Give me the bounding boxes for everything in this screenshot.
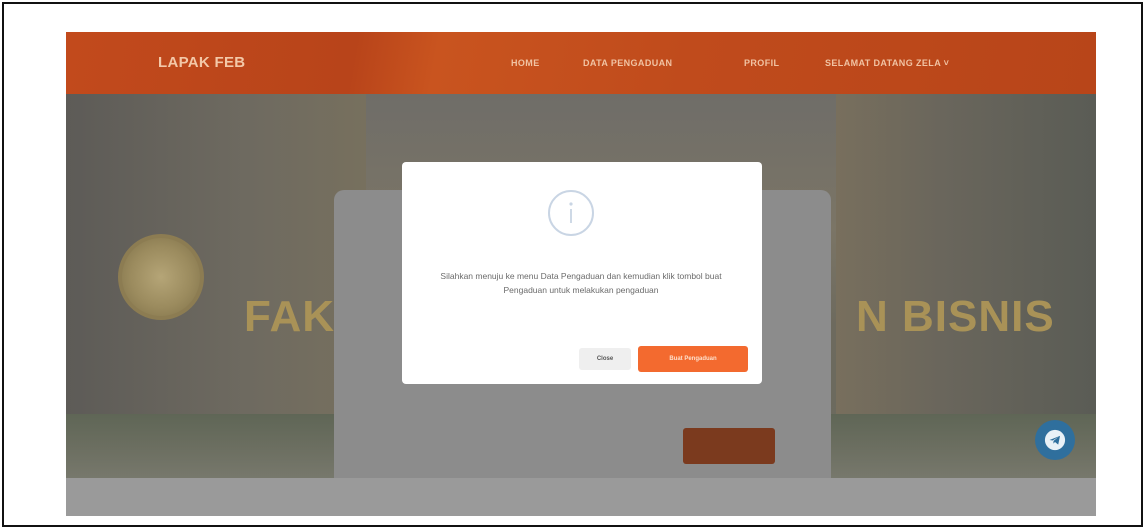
nav-data-pengaduan[interactable]: DATA PENGADUAN	[583, 58, 672, 68]
nav-home[interactable]: HOME	[511, 58, 540, 68]
navbar: LAPAK FEB HOME DATA PENGADUAN PROFIL SEL…	[66, 32, 1096, 94]
brand-logo[interactable]: LAPAK FEB	[158, 54, 245, 71]
telegram-icon	[1044, 429, 1066, 451]
panel-submit-button	[683, 428, 775, 464]
telegram-button[interactable]	[1035, 420, 1075, 460]
building-sign-right: N BISNIS	[856, 292, 1055, 341]
alert-message: Silahkan menuju ke menu Data Pengaduan d…	[440, 271, 722, 295]
close-button[interactable]: Close	[579, 348, 631, 370]
buat-pengaduan-button[interactable]: Buat Pengaduan	[638, 346, 748, 372]
info-icon	[548, 190, 594, 236]
building-sign-left: FAK	[244, 292, 335, 341]
nav-user-menu[interactable]: SELAMAT DATANG ZELA ˅	[825, 58, 949, 68]
page-below-hero	[66, 478, 1096, 516]
university-emblem	[118, 234, 204, 320]
panel-input	[396, 434, 676, 456]
alert-dialog: Silahkan menuju ke menu Data Pengaduan d…	[402, 162, 762, 384]
browser-frame: LAPAK FEB HOME DATA PENGADUAN PROFIL SEL…	[2, 2, 1143, 527]
nav-profil[interactable]: PROFIL	[744, 58, 779, 68]
